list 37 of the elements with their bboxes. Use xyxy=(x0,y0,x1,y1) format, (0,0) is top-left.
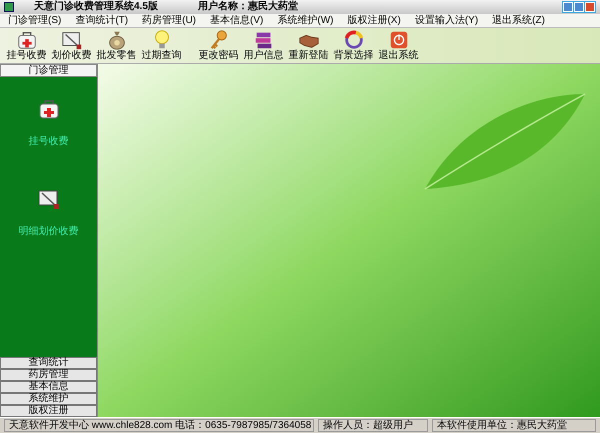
menu-item[interactable]: 查询统计(T) xyxy=(75,16,128,26)
toolbar-button[interactable]: 用户信息 xyxy=(241,29,286,63)
sidebar-section-button[interactable]: 查询统计 xyxy=(0,357,97,369)
status-text: 天意软件开发中心 www.chle828.com 电话：0635-7987985/7364058 xyxy=(4,419,314,432)
minimize-button[interactable] xyxy=(563,2,573,12)
sidebar-section-button[interactable]: 基本信息 xyxy=(0,381,97,393)
window-title: 天意门诊收费管理系统4.5版 xyxy=(34,2,158,12)
maximize-button[interactable] xyxy=(574,2,584,12)
sidebar-section-button[interactable]: 系统维护 xyxy=(0,393,97,405)
sidebar-section-button[interactable]: 药房管理 xyxy=(0,369,97,381)
toolbar-button[interactable]: 退出系统 xyxy=(376,29,421,63)
toolbar-button[interactable]: 划价收费 xyxy=(49,29,94,63)
toolbar-button[interactable]: 挂号收费 xyxy=(4,29,49,63)
menu-item[interactable]: 设置输入法(Y) xyxy=(414,16,478,26)
sidebar-section-button[interactable]: 版权注册 xyxy=(0,405,97,417)
app-icon xyxy=(4,2,14,12)
toolbar-button[interactable]: 批发零售 xyxy=(94,29,139,63)
status-text: 操作人员：超级用户 xyxy=(318,419,428,432)
menu-item[interactable]: 系统维护(W) xyxy=(277,16,334,26)
sidebar-item[interactable]: 明细划价收费 xyxy=(18,187,78,237)
sidebar-header[interactable]: 门诊管理 xyxy=(0,64,97,77)
menu-item[interactable]: 门诊管理(S) xyxy=(8,16,62,26)
toolbar-button[interactable]: 背景选择 xyxy=(331,29,376,63)
sidebar-item[interactable]: 挂号收费 xyxy=(28,97,68,147)
menu-item[interactable]: 退出系统(Z) xyxy=(492,16,545,26)
menu-item[interactable]: 基本信息(V) xyxy=(210,16,264,26)
medical-bag-icon xyxy=(16,29,38,51)
menu-item[interactable]: 药房管理(U) xyxy=(142,16,196,26)
close-button[interactable] xyxy=(585,2,595,12)
color-ring-icon xyxy=(342,29,364,51)
user-name: 用户名称：惠民大药堂 xyxy=(198,2,298,12)
menu-item[interactable]: 版权注册(X) xyxy=(347,16,401,26)
status-text: 本软件使用单位：惠民大药堂 xyxy=(432,419,596,432)
toolbar-button[interactable]: 过期查询 xyxy=(139,29,184,63)
toolbar-button[interactable]: 重新登陆 xyxy=(286,29,331,63)
toolbar-button[interactable]: 更改密码 xyxy=(196,29,241,63)
pen-on-board-icon xyxy=(60,29,82,51)
